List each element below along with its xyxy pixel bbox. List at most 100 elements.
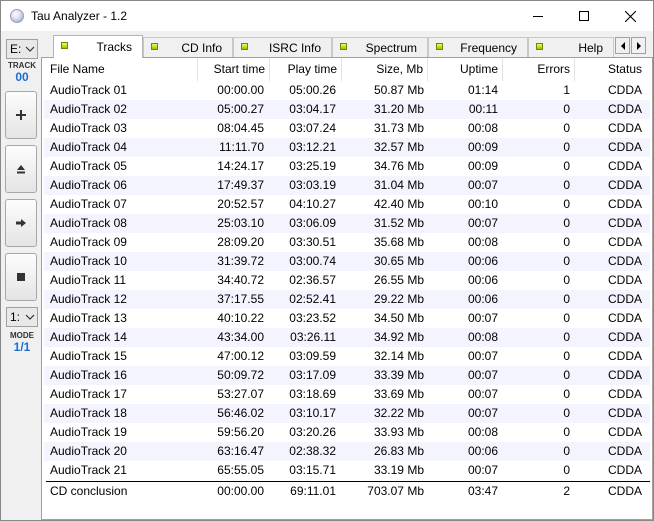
table-row[interactable]: AudioTrack 16 50:09.72 03:17.09 33.39 Mb 00:… bbox=[44, 366, 650, 385]
table-cell: 0 bbox=[563, 254, 570, 268]
table-cell: 43:34.00 bbox=[217, 330, 264, 344]
tab-isrc-info[interactable]: ISRC Info bbox=[233, 37, 332, 57]
table-cell: 00:09 bbox=[467, 140, 498, 154]
table-row[interactable]: AudioTrack 12 37:17.55 02:52.41 29.22 Mb 00:… bbox=[44, 290, 650, 309]
table-cell: CDDA bbox=[607, 197, 642, 211]
table-cell: 31.52 Mb bbox=[373, 216, 424, 230]
tab-help[interactable]: Help bbox=[528, 37, 614, 57]
track-label: TRACK bbox=[8, 61, 36, 70]
table-cell: 0 bbox=[563, 406, 570, 420]
table-cell: 03:23.52 bbox=[289, 311, 336, 325]
table-cell: 28:09.20 bbox=[217, 235, 264, 249]
table-cell: CDDA bbox=[607, 121, 642, 135]
table-row[interactable]: AudioTrack 03 08:04.45 03:07.24 31.73 Mb 00:… bbox=[44, 119, 650, 138]
table-row[interactable]: AudioTrack 07 20:52.57 04:10.27 42.40 Mb 00:… bbox=[44, 195, 650, 214]
table-cell: 33.69 Mb bbox=[373, 387, 424, 401]
column-header-uptime[interactable]: Uptime bbox=[428, 58, 503, 81]
table-row[interactable]: AudioTrack 21 65:55.05 03:15.71 33.19 Mb 00:… bbox=[44, 461, 650, 480]
tab-spectrum[interactable]: Spectrum bbox=[332, 37, 428, 57]
table-cell: 00:08 bbox=[467, 121, 498, 135]
table-cell: 0 bbox=[563, 121, 570, 135]
table-row[interactable]: AudioTrack 17 53:27.07 03:18.69 33.69 Mb 00:… bbox=[44, 385, 650, 404]
table-row[interactable]: AudioTrack 10 31:39.72 03:00.74 30.65 Mb 00:… bbox=[44, 252, 650, 271]
table-cell: 00:07 bbox=[467, 311, 498, 325]
tab-tracks[interactable]: Tracks bbox=[53, 35, 143, 58]
table-cell: 00:00.00 bbox=[217, 83, 264, 97]
table-cell: CDDA bbox=[607, 311, 642, 325]
tab-label: CD Info bbox=[181, 41, 222, 55]
summary-cell: 00:00.00 bbox=[217, 484, 264, 498]
table-cell: 65:55.05 bbox=[217, 463, 264, 477]
table-row[interactable]: AudioTrack 13 40:10.22 03:23.52 34.50 Mb 00:… bbox=[44, 309, 650, 328]
table-cell: 26.83 Mb bbox=[373, 444, 424, 458]
table-cell: 03:03.19 bbox=[289, 178, 336, 192]
table-cell: CDDA bbox=[607, 216, 642, 230]
add-button[interactable] bbox=[5, 91, 37, 139]
table-cell: AudioTrack 19 bbox=[50, 425, 127, 439]
table-row[interactable]: AudioTrack 05 14:24.17 03:25.19 34.76 Mb 00:… bbox=[44, 157, 650, 176]
table-row[interactable]: AudioTrack 19 59:56.20 03:20.26 33.93 Mb 00:… bbox=[44, 423, 650, 442]
table-row[interactable]: AudioTrack 04 11:11.70 03:12.21 32.57 Mb 00:… bbox=[44, 138, 650, 157]
close-button[interactable] bbox=[607, 1, 653, 31]
table-cell: 34.76 Mb bbox=[373, 159, 424, 173]
table-cell: 01:14 bbox=[467, 83, 498, 97]
table-row[interactable]: AudioTrack 09 28:09.20 03:30.51 35.68 Mb 00:… bbox=[44, 233, 650, 252]
table-cell: 00:11 bbox=[468, 102, 498, 116]
table-row[interactable]: AudioTrack 08 25:03.10 03:06.09 31.52 Mb 00:… bbox=[44, 214, 650, 233]
stop-icon bbox=[17, 273, 25, 281]
column-header-size[interactable]: Size, Mb bbox=[342, 58, 428, 81]
column-header-start-time[interactable]: Start time bbox=[198, 58, 270, 81]
table-cell: 0 bbox=[563, 216, 570, 230]
table-cell: 00:06 bbox=[467, 444, 498, 458]
eject-button[interactable] bbox=[5, 145, 37, 193]
table-row[interactable]: AudioTrack 11 34:40.72 02:36.57 26.55 Mb 00:… bbox=[44, 271, 650, 290]
table-cell: 0 bbox=[563, 425, 570, 439]
tab-frequency[interactable]: Frequency bbox=[428, 37, 528, 57]
column-header-errors[interactable]: Errors bbox=[503, 58, 575, 81]
column-header-file-name[interactable]: File Name bbox=[44, 58, 198, 81]
table-cell: 17:49.37 bbox=[217, 178, 264, 192]
led-icon bbox=[61, 42, 68, 49]
table-cell: 00:08 bbox=[467, 330, 498, 344]
table-cell: 34.92 Mb bbox=[373, 330, 424, 344]
table-cell: 02:36.57 bbox=[289, 273, 336, 287]
table-cell: CDDA bbox=[607, 178, 642, 192]
table-cell: 04:10.27 bbox=[289, 197, 336, 211]
column-header-status[interactable]: Status bbox=[575, 58, 650, 81]
table-cell: CDDA bbox=[607, 387, 642, 401]
stop-button[interactable] bbox=[5, 253, 37, 301]
table-cell: 0 bbox=[563, 292, 570, 306]
table-cell: CDDA bbox=[607, 444, 642, 458]
mode-select[interactable]: 1: bbox=[6, 307, 38, 327]
tracks-panel: File Name Start time Play time Size, Mb … bbox=[41, 57, 653, 520]
maximize-button[interactable] bbox=[561, 1, 607, 31]
tab-scroll-left-button[interactable] bbox=[615, 37, 630, 54]
led-icon bbox=[340, 43, 347, 50]
table-row[interactable]: AudioTrack 06 17:49.37 03:03.19 31.04 Mb 00:… bbox=[44, 176, 650, 195]
table-cell: 02:38.32 bbox=[289, 444, 336, 458]
table-cell: 59:56.20 bbox=[217, 425, 264, 439]
tab-bar: Tracks CD Info ISRC Info Spectrum Freque… bbox=[41, 35, 653, 58]
minimize-button[interactable] bbox=[515, 1, 561, 31]
table-row[interactable]: AudioTrack 14 43:34.00 03:26.11 34.92 Mb 00:… bbox=[44, 328, 650, 347]
table-cell: 03:07.24 bbox=[289, 121, 336, 135]
table-row[interactable]: AudioTrack 02 05:00.27 03:04.17 31.20 Mb 00:… bbox=[44, 100, 650, 119]
table-row[interactable]: AudioTrack 15 47:00.12 03:09.59 32.14 Mb 00:… bbox=[44, 347, 650, 366]
next-button[interactable] bbox=[5, 199, 37, 247]
led-icon bbox=[151, 43, 158, 50]
table-cell: 05:00.27 bbox=[217, 102, 264, 116]
column-header-play-time[interactable]: Play time bbox=[270, 58, 342, 81]
table-cell: 03:09.59 bbox=[289, 349, 336, 363]
summary-cell: CD conclusion bbox=[50, 484, 128, 498]
tab-cd-info[interactable]: CD Info bbox=[143, 37, 233, 57]
tab-scroll-right-button[interactable] bbox=[631, 37, 646, 54]
table-row[interactable]: AudioTrack 01 00:00.00 05:00.26 50.87 Mb 01:… bbox=[44, 81, 650, 100]
table-cell: CDDA bbox=[607, 368, 642, 382]
table-cell: CDDA bbox=[607, 292, 642, 306]
table-cell: 32.14 Mb bbox=[373, 349, 424, 363]
table-row[interactable]: AudioTrack 20 63:16.47 02:38.32 26.83 Mb 00:… bbox=[44, 442, 650, 461]
table-row[interactable]: AudioTrack 18 56:46.02 03:10.17 32.22 Mb 00:… bbox=[44, 404, 650, 423]
table-cell: 00:07 bbox=[467, 349, 498, 363]
table-cell: 03:10.17 bbox=[289, 406, 336, 420]
drive-select[interactable]: E: bbox=[6, 39, 38, 59]
